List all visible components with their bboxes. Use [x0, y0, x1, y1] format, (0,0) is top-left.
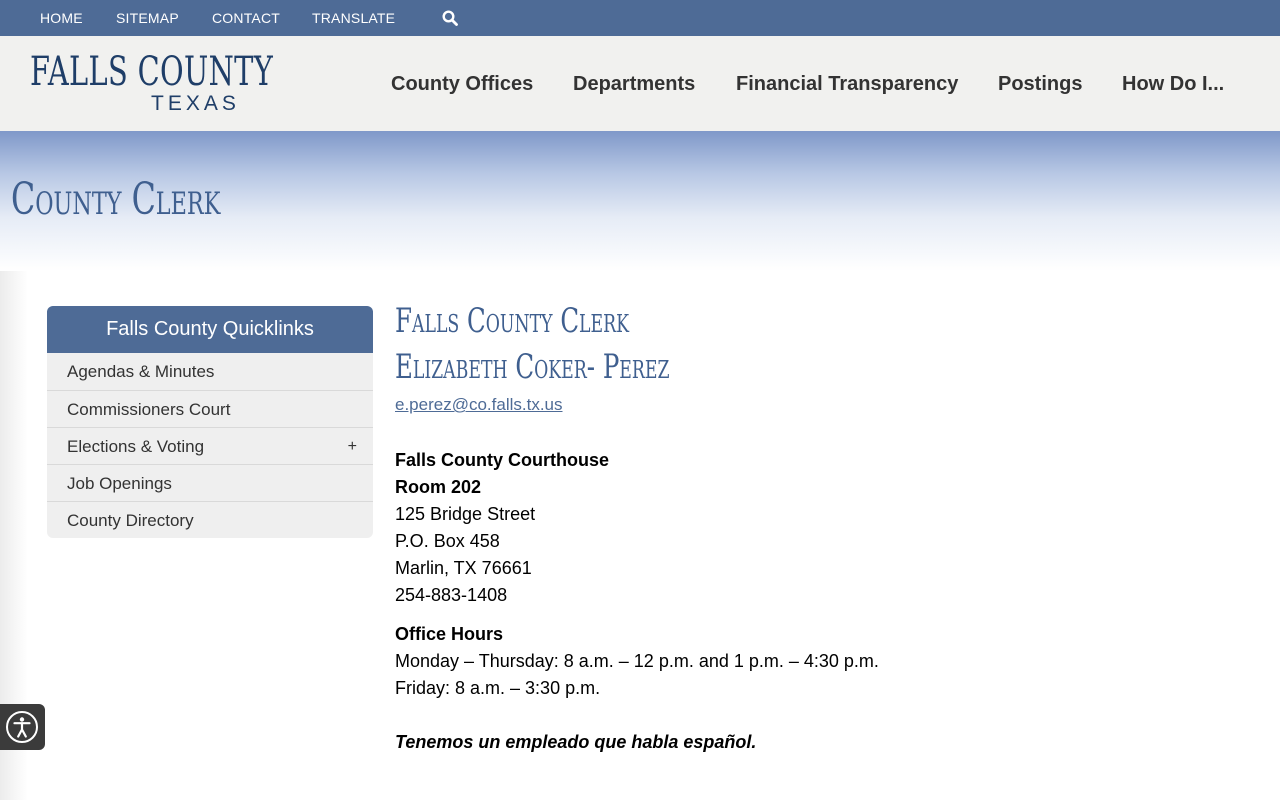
site-header: FALLS COUNTY TEXAS County Offices Depart…	[0, 36, 1280, 131]
content-heading-name: Elizabeth Coker- Perez	[395, 347, 670, 387]
nav-financial-transparency[interactable]: Financial Transparency	[736, 73, 958, 96]
address-po-box: P.O. Box 458	[395, 531, 500, 551]
nav-how-do-i[interactable]: How Do I...	[1122, 73, 1224, 96]
address-city: Marlin, TX 76661	[395, 558, 532, 578]
quicklink-county-directory[interactable]: County Directory	[47, 501, 373, 538]
quicklink-label: County Directory	[67, 511, 194, 530]
page-title: County Clerk	[11, 174, 221, 225]
address-room: Room 202	[395, 477, 482, 497]
quicklink-elections-voting[interactable]: Elections & Voting +	[47, 427, 373, 464]
office-hours-friday: Friday: 8 a.m. – 3:30 p.m.	[395, 678, 601, 698]
phone-number: 254-883-1408	[395, 585, 508, 605]
topnav-contact-link[interactable]: CONTACT	[212, 10, 280, 26]
topnav-translate-link[interactable]: TRANSLATE	[312, 10, 395, 26]
quicklinks-list: Agendas & Minutes Commissioners Court El…	[47, 353, 373, 538]
logo-line-2: TEXAS	[151, 92, 240, 115]
nav-county-offices[interactable]: County Offices	[391, 73, 533, 96]
email-link[interactable]: e.perez@co.falls.tx.us	[395, 395, 563, 415]
quicklink-label: Commissioners Court	[67, 400, 231, 419]
quicklink-job-openings[interactable]: Job Openings	[47, 464, 373, 501]
nav-postings[interactable]: Postings	[998, 73, 1082, 96]
quicklink-label: Elections & Voting	[67, 437, 205, 456]
page-banner: County Clerk	[0, 131, 1280, 271]
quicklink-label: Job Openings	[67, 474, 172, 493]
search-icon[interactable]	[442, 10, 458, 26]
expand-plus-icon[interactable]: +	[348, 428, 357, 465]
address-building: Falls County Courthouse	[395, 450, 610, 470]
quicklink-agendas-minutes[interactable]: Agendas & Minutes	[47, 353, 373, 390]
top-utility-bar: HOME SITEMAP CONTACT TRANSLATE	[0, 0, 1280, 36]
nav-departments[interactable]: Departments	[573, 73, 695, 96]
office-hours-title: Office Hours	[395, 624, 504, 644]
topnav-home-link[interactable]: HOME	[40, 10, 83, 26]
quicklinks-panel: Falls County Quicklinks Agendas & Minute…	[47, 306, 373, 538]
office-hours-weekdays: Monday – Thursday: 8 a.m. – 12 p.m. and …	[395, 651, 879, 671]
address-street: 125 Bridge Street	[395, 504, 536, 524]
content-heading-office: Falls County Clerk	[395, 301, 630, 341]
quicklink-commissioners-court[interactable]: Commissioners Court	[47, 390, 373, 427]
accessibility-icon	[5, 710, 39, 744]
topnav-sitemap-link[interactable]: SITEMAP	[116, 10, 179, 26]
main-content: Falls County Clerk Elizabeth Coker- Pere…	[395, 298, 1255, 752]
quicklinks-title: Falls County Quicklinks	[47, 306, 373, 353]
falls-county-logo[interactable]: FALLS COUNTY TEXAS	[30, 49, 273, 119]
logo-line-1: FALLS COUNTY	[30, 49, 274, 95]
quicklink-label: Agendas & Minutes	[67, 362, 215, 381]
accessibility-button[interactable]	[0, 704, 45, 750]
spanish-note: Tenemos un empleado que habla español.	[395, 732, 757, 752]
